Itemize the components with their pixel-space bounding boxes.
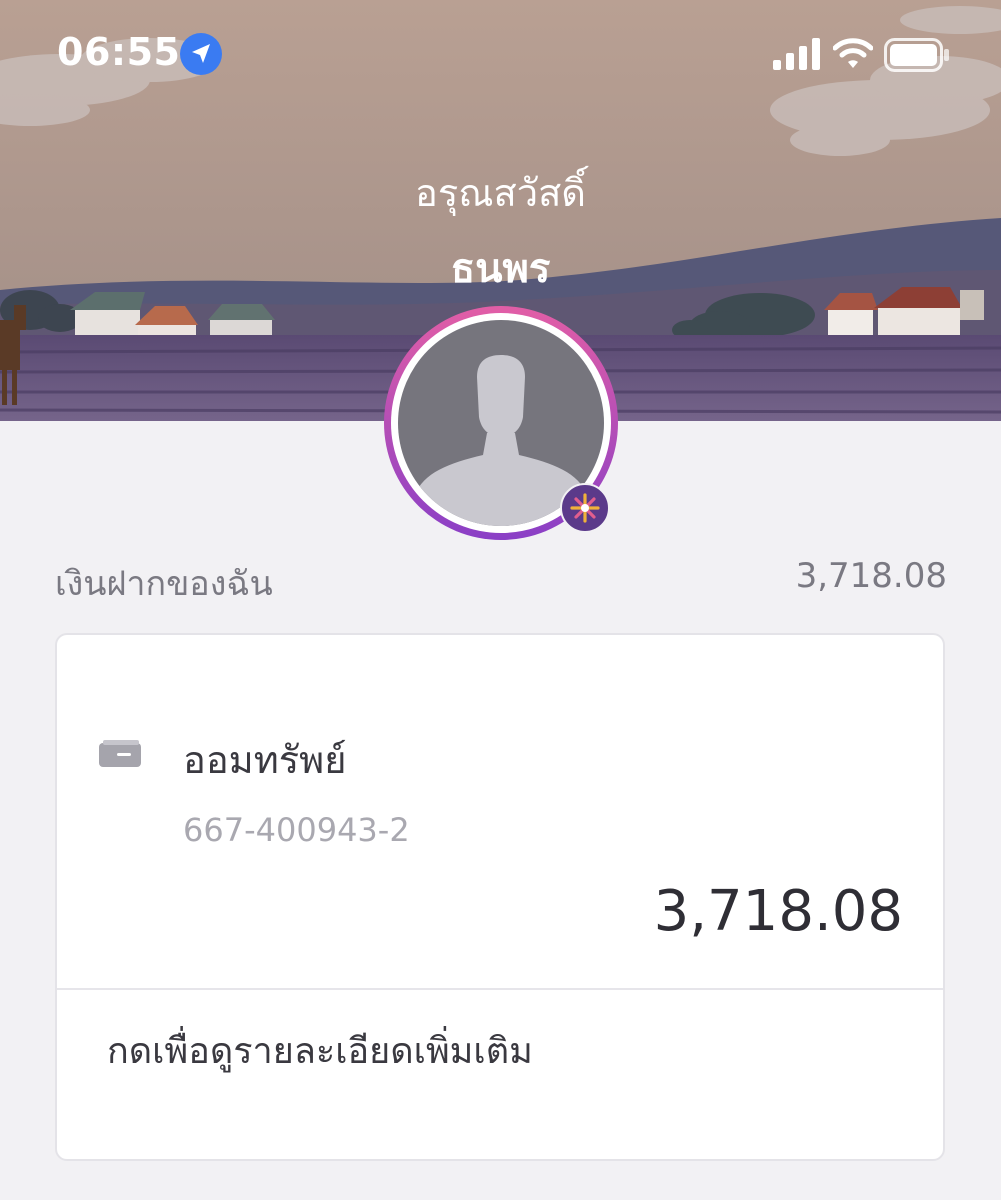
- deposits-total: 3,718.08: [795, 556, 947, 596]
- account-number: 667-400943-2: [183, 811, 410, 849]
- view-details-link[interactable]: กดเพื่อดูรายละเอียดเพิ่มเติม: [107, 1022, 533, 1079]
- deposits-label: เงินฝากของฉัน: [55, 564, 273, 604]
- status-bar: 06:55: [0, 0, 1001, 110]
- bank-card-icon: [99, 740, 141, 767]
- sparkle-badge-icon: [560, 483, 610, 533]
- account-card[interactable]: ออมทรัพย์ 667-400943-2 3,718.08 กดเพื่อด…: [55, 633, 945, 1161]
- location-arrow-icon: [180, 33, 222, 75]
- account-name: ออมทรัพย์: [183, 738, 347, 782]
- cellular-signal-icon: [773, 38, 820, 70]
- account-balance: 3,718.08: [653, 879, 903, 944]
- card-divider: [57, 988, 943, 990]
- wifi-icon: [833, 38, 873, 68]
- user-name: ธนพร: [450, 246, 551, 292]
- status-time: 06:55: [57, 30, 181, 74]
- battery-icon: [884, 38, 949, 72]
- greeting-text: อรุณสวัสดิ์: [415, 171, 586, 215]
